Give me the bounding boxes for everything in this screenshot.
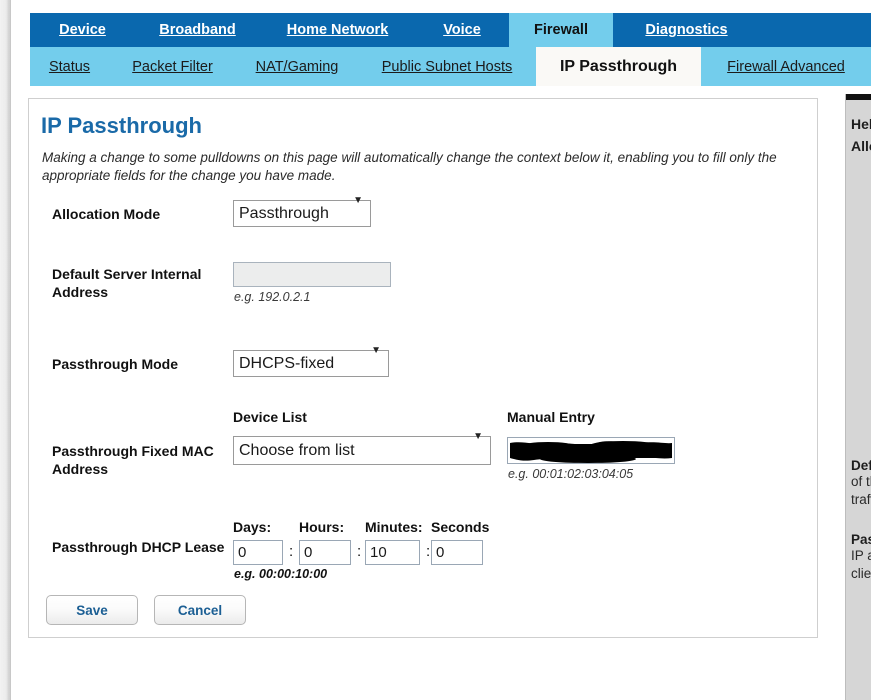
help-block-body-line: client [851, 565, 871, 583]
device-list-select[interactable]: Choose from list [233, 436, 491, 465]
help-sidebar: Help Allocation Mode Default Server Inte… [845, 94, 871, 700]
nav-tab-device[interactable]: Device [30, 13, 135, 47]
content-panel: IP Passthrough Making a change to some p… [28, 98, 818, 638]
dhcp-lease-header-hours: Hours: [299, 519, 344, 535]
nav-tab-home-network[interactable]: Home Network [260, 13, 415, 47]
dhcp-lease-separator: : [289, 543, 293, 560]
device-list-header: Device List [233, 409, 307, 425]
allocation-mode-label: Allocation Mode [52, 205, 232, 223]
passthrough-mode-label: Passthrough Mode [52, 355, 232, 373]
row-passthrough-mode: Passthrough Mode DHCPS-fixedDHCPS-dynami… [29, 347, 817, 387]
default-server-address-hint: e.g. 192.0.2.1 [234, 290, 310, 304]
row-passthrough-dhcp-lease: Passthrough DHCP Lease Days::Hours::Minu… [29, 519, 817, 599]
help-block-default-server: Default Server Internal Address of the t… [851, 458, 871, 509]
cancel-button[interactable]: Cancel [154, 595, 246, 625]
dhcp-lease-input-hours[interactable] [299, 540, 351, 565]
manual-entry-hint: e.g. 00:01:02:03:04:05 [508, 467, 633, 481]
subnav-tab-packet-filter[interactable]: Packet Filter [109, 47, 236, 86]
manual-entry-header: Manual Entry [507, 409, 595, 425]
help-block-body-line: traffic [851, 491, 871, 509]
help-block-body-line: of the [851, 473, 871, 491]
help-subtitle: Allocation Mode [851, 138, 871, 154]
help-sidebar-topbar [846, 94, 871, 100]
dhcp-lease-input-minutes[interactable] [365, 540, 420, 565]
primary-navigation: DeviceBroadbandHome NetworkVoiceFirewall… [30, 13, 871, 47]
subnav-tab-ip-passthrough[interactable]: IP Passthrough [536, 47, 701, 86]
row-passthrough-fixed-mac: Device List Manual Entry Passthrough Fix… [29, 409, 817, 499]
allocation-mode-select[interactable]: PassthroughDHCPS-dynamicDefault Server [233, 200, 371, 227]
subnav-tab-firewall-advanced[interactable]: Firewall Advanced [701, 47, 871, 86]
row-default-server-address: Default Server Internal Address e.g. 192… [29, 259, 817, 319]
passthrough-dhcp-lease-label: Passthrough DHCP Lease [52, 538, 232, 556]
subnav-tab-status[interactable]: Status [30, 47, 109, 86]
nav-tab-firewall[interactable]: Firewall [509, 13, 613, 47]
help-block-heading: Default Server Internal Address [851, 458, 871, 473]
help-block-body-line: IP address [851, 547, 871, 565]
dhcp-lease-hint: e.g. 00:00:10:00 [234, 567, 327, 581]
dhcp-lease-separator: : [426, 543, 430, 560]
nav-tab-diagnostics[interactable]: Diagnostics [613, 13, 760, 47]
dhcp-lease-header-seconds: Seconds [431, 519, 489, 535]
row-allocation-mode: Allocation Mode PassthroughDHCPS-dynamic… [29, 197, 817, 237]
dhcp-lease-input-days[interactable] [233, 540, 283, 565]
dhcp-lease-input-seconds[interactable] [431, 540, 483, 565]
default-server-address-label: Default Server Internal Address [52, 265, 232, 301]
manual-entry-mac-input[interactable] [507, 437, 675, 464]
dhcp-lease-header-minutes: Minutes: [365, 519, 423, 535]
save-button[interactable]: Save [46, 595, 138, 625]
passthrough-fixed-mac-label: Passthrough Fixed MAC Address [52, 442, 232, 478]
page-root: DeviceBroadbandHome NetworkVoiceFirewall… [0, 0, 871, 700]
passthrough-mode-select[interactable]: DHCPS-fixedDHCPS-dynamicManual [233, 350, 389, 377]
help-block-heading: Passthrough Mode [851, 532, 871, 547]
help-title: Help [851, 116, 871, 132]
subnav-tab-public-subnet-hosts[interactable]: Public Subnet Hosts [358, 47, 536, 86]
default-server-address-input[interactable] [233, 262, 391, 287]
browser-edge-divider [10, 0, 11, 700]
nav-tab-broadband[interactable]: Broadband [135, 13, 260, 47]
help-block-passthrough-mode: Passthrough Mode IP address client [851, 532, 871, 583]
dhcp-lease-separator: : [357, 543, 361, 560]
page-title: IP Passthrough [41, 113, 202, 139]
form-actions: Save Cancel [29, 595, 817, 635]
dhcp-lease-header-days: Days: [233, 519, 271, 535]
nav-tab-voice[interactable]: Voice [415, 13, 509, 47]
secondary-navigation: StatusPacket FilterNAT/GamingPublic Subn… [30, 47, 871, 86]
page-note: Making a change to some pulldowns on thi… [42, 149, 802, 185]
subnav-tab-nat-gaming[interactable]: NAT/Gaming [236, 47, 358, 86]
